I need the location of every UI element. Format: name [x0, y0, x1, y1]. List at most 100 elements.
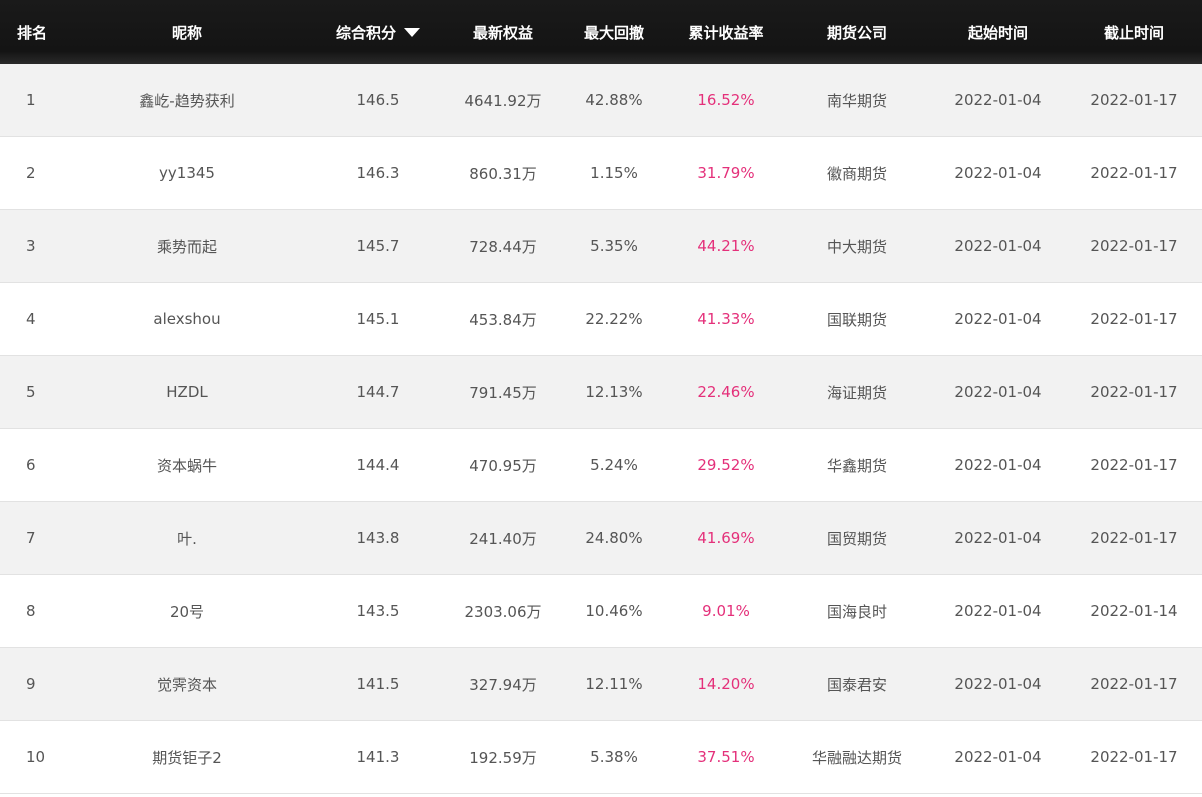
table-header: 排名 昵称 综合积分 最新权益 最大回撤 累计收益率 期货公司 起始时间 截止时…: [0, 0, 1202, 64]
table-row[interactable]: 10 期货钜子2 141.3 192.59万 5.38% 37.51% 华融融达期货 2022…: [0, 720, 1202, 794]
cell-broker: 华融融达期货: [784, 720, 930, 794]
cell-broker: 南华期货: [784, 64, 930, 137]
cell-broker: 国联期货: [784, 282, 930, 356]
table-row[interactable]: 3 乘势而起 145.7 728.44万 5.35% 44.21% 中大期货 2022-01-…: [0, 209, 1202, 283]
cell-return-rate: 37.51%: [668, 720, 784, 794]
cell-nickname[interactable]: yy1345: [64, 136, 310, 210]
cell-nickname[interactable]: 鑫屹-趋势获利: [64, 64, 310, 137]
column-header-start[interactable]: 起始时间: [930, 0, 1066, 64]
cell-start-date: 2022-01-04: [930, 720, 1066, 794]
table-body: 1 鑫屹-趋势获利 146.5 4641.92万 42.88% 16.52% 南华期货 202…: [0, 64, 1202, 794]
cell-score: 143.8: [310, 501, 446, 575]
column-header-score-label: 综合积分: [335, 23, 396, 42]
cell-end-date: 2022-01-17: [1066, 64, 1202, 137]
column-header-drawdown-label: 最大回撤: [583, 23, 644, 42]
column-header-return-rate-label: 累计收益率: [688, 23, 764, 42]
cell-nickname[interactable]: alexshou: [64, 282, 310, 356]
column-header-end[interactable]: 截止时间: [1066, 0, 1202, 64]
cell-return-rate: 31.79%: [668, 136, 784, 210]
cell-equity: 4641.92万: [446, 64, 560, 137]
cell-end-date: 2022-01-17: [1066, 647, 1202, 721]
cell-broker: 华鑫期货: [784, 428, 930, 502]
cell-start-date: 2022-01-04: [930, 136, 1066, 210]
column-header-equity[interactable]: 最新权益: [446, 0, 560, 64]
column-header-broker-label: 期货公司: [826, 23, 887, 42]
cell-return-rate: 41.33%: [668, 282, 784, 356]
column-header-score[interactable]: 综合积分: [310, 0, 446, 64]
cell-nickname[interactable]: 期货钜子2: [64, 720, 310, 794]
table-row[interactable]: 5 HZDL 144.7 791.45万 12.13% 22.46% 海证期货 2022-01…: [0, 355, 1202, 429]
cell-equity: 860.31万: [446, 136, 560, 210]
cell-end-date: 2022-01-17: [1066, 136, 1202, 210]
table-row[interactable]: 9 觉霁资本 141.5 327.94万 12.11% 14.20% 国泰君安 2022-01…: [0, 647, 1202, 721]
cell-drawdown: 1.15%: [560, 136, 668, 210]
column-header-broker[interactable]: 期货公司: [784, 0, 930, 64]
table-row[interactable]: 7 叶. 143.8 241.40万 24.80% 41.69% 国贸期货 2022-01-0…: [0, 501, 1202, 575]
cell-drawdown: 42.88%: [560, 64, 668, 137]
column-header-rank[interactable]: 排名: [0, 0, 64, 64]
column-header-drawdown[interactable]: 最大回撤: [560, 0, 668, 64]
cell-equity: 327.94万: [446, 647, 560, 721]
cell-drawdown: 12.13%: [560, 355, 668, 429]
cell-start-date: 2022-01-04: [930, 647, 1066, 721]
cell-score: 143.5: [310, 574, 446, 648]
table-row[interactable]: 1 鑫屹-趋势获利 146.5 4641.92万 42.88% 16.52% 南华期货 202…: [0, 64, 1202, 137]
cell-return-rate: 16.52%: [668, 64, 784, 137]
cell-start-date: 2022-01-04: [930, 574, 1066, 648]
cell-rank: 6: [0, 428, 64, 502]
cell-equity: 192.59万: [446, 720, 560, 794]
table-row[interactable]: 2 yy1345 146.3 860.31万 1.15% 31.79% 徽商期货 2022-0…: [0, 136, 1202, 210]
cell-rank: 1: [0, 64, 64, 137]
sort-desc-icon[interactable]: [404, 27, 420, 37]
cell-start-date: 2022-01-04: [930, 64, 1066, 137]
cell-equity: 453.84万: [446, 282, 560, 356]
cell-return-rate: 22.46%: [668, 355, 784, 429]
cell-nickname[interactable]: 乘势而起: [64, 209, 310, 283]
cell-broker: 国贸期货: [784, 501, 930, 575]
cell-drawdown: 24.80%: [560, 501, 668, 575]
cell-end-date: 2022-01-17: [1066, 282, 1202, 356]
cell-drawdown: 22.22%: [560, 282, 668, 356]
column-header-nickname-label: 昵称: [171, 23, 202, 42]
cell-nickname[interactable]: HZDL: [64, 355, 310, 429]
table-row[interactable]: 4 alexshou 145.1 453.84万 22.22% 41.33% 国联期货 202…: [0, 282, 1202, 356]
cell-return-rate: 44.21%: [668, 209, 784, 283]
cell-rank: 3: [0, 209, 64, 283]
table-row[interactable]: 8 20号 143.5 2303.06万 10.46% 9.01% 国海良时 2022-01-…: [0, 574, 1202, 648]
cell-nickname[interactable]: 叶.: [64, 501, 310, 575]
cell-drawdown: 10.46%: [560, 574, 668, 648]
cell-end-date: 2022-01-17: [1066, 720, 1202, 794]
cell-return-rate: 29.52%: [668, 428, 784, 502]
column-header-equity-label: 最新权益: [472, 23, 533, 42]
cell-score: 145.1: [310, 282, 446, 356]
cell-end-date: 2022-01-17: [1066, 209, 1202, 283]
cell-return-rate: 9.01%: [668, 574, 784, 648]
cell-broker: 中大期货: [784, 209, 930, 283]
cell-score: 145.7: [310, 209, 446, 283]
cell-end-date: 2022-01-17: [1066, 428, 1202, 502]
cell-end-date: 2022-01-17: [1066, 501, 1202, 575]
cell-rank: 8: [0, 574, 64, 648]
cell-end-date: 2022-01-14: [1066, 574, 1202, 648]
cell-nickname[interactable]: 资本蜗牛: [64, 428, 310, 502]
cell-rank: 9: [0, 647, 64, 721]
cell-score: 141.5: [310, 647, 446, 721]
cell-return-rate: 14.20%: [668, 647, 784, 721]
cell-broker: 徽商期货: [784, 136, 930, 210]
cell-equity: 728.44万: [446, 209, 560, 283]
cell-rank: 4: [0, 282, 64, 356]
column-header-rank-label: 排名: [16, 23, 47, 42]
cell-nickname[interactable]: 觉霁资本: [64, 647, 310, 721]
column-header-nickname[interactable]: 昵称: [64, 0, 310, 64]
cell-score: 144.4: [310, 428, 446, 502]
table-row[interactable]: 6 资本蜗牛 144.4 470.95万 5.24% 29.52% 华鑫期货 2022-01-…: [0, 428, 1202, 502]
cell-drawdown: 5.24%: [560, 428, 668, 502]
column-header-return-rate[interactable]: 累计收益率: [668, 0, 784, 64]
column-header-start-label: 起始时间: [967, 23, 1028, 42]
cell-start-date: 2022-01-04: [930, 501, 1066, 575]
cell-rank: 5: [0, 355, 64, 429]
cell-start-date: 2022-01-04: [930, 282, 1066, 356]
cell-broker: 国泰君安: [784, 647, 930, 721]
cell-nickname[interactable]: 20号: [64, 574, 310, 648]
cell-rank: 7: [0, 501, 64, 575]
